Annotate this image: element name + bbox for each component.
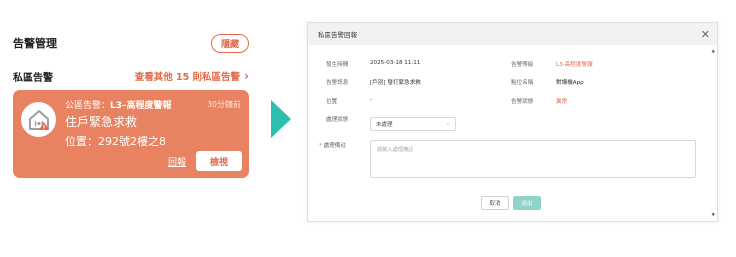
cancel-button[interactable]: 取消 [481,196,509,210]
chevron-down-icon: ⌄ [445,121,450,127]
section-title: 私區告警 [13,72,53,84]
device-value: 對講機App [556,80,584,86]
panel-title: 告警管理 [13,37,57,50]
panel-header: 告警管理 隱藏 [8,30,254,56]
more-alerts-label: 查看其他 15 則私區告警 [134,72,241,83]
reply-link[interactable]: 回報 [168,155,186,168]
time-label: 發生時間 [326,62,349,68]
alert-category: 公區告警：L3–高程度警報 [65,98,172,111]
required-mark: * [319,143,322,149]
alert-card[interactable]: 公區告警：L3–高程度警報 30分鐘前 住戶緊急求救 位置：292號2樓之8 回… [13,90,249,178]
chevron-right-icon: › [244,69,249,83]
dialog-title: 私區告警回報 [318,31,357,39]
alarm-home-icon [21,102,56,137]
note-label: * 處理備註 [319,141,346,149]
alert-location: 位置：292號2樓之8 [65,135,166,148]
handle-status-select[interactable]: 未處理 ⌄ [370,117,456,131]
scroll-up-icon[interactable]: ▲ [712,49,715,54]
alert-event: 住戶緊急求救 [65,115,138,129]
note-textarea[interactable]: 請輸入處理備註 [370,140,696,178]
level-value: L3-高程度警報 [556,62,593,68]
time-value: 2025-03-18 11:11 [370,60,421,66]
location-label: 位置 [326,99,338,105]
alert-actions: 回報 檢視 [168,151,242,171]
message-value: [戶別] 發打緊急求救 [370,80,421,86]
dialog-header: 私區告警回報 ✕ [308,23,717,45]
report-dialog: 私區告警回報 ✕ ▲ ▼ 發生時間 2025-03-18 11:11 告警等級 … [307,22,718,222]
arrow-right-icon [271,100,291,138]
alert-category-label: 公區告警： [65,101,111,111]
device-label: 點位名稱 [511,80,534,86]
note-label-text: 處理備註 [323,143,346,149]
alert-level: L3–高程度警報 [110,101,172,111]
location-value: - [370,97,373,103]
message-label: 告警訊息 [326,80,349,86]
screen: 告警管理 隱藏 私區告警 查看其他 15 則私區告警 › 公區告警：L3–高程度… [0,0,736,257]
section-header: 私區告警 查看其他 15 則私區告警 › [8,65,254,87]
level-label: 告警等級 [511,62,534,68]
handle-status-label: 處理狀態 [326,117,349,123]
handle-status-value: 未處理 [376,122,393,128]
more-alerts-link[interactable]: 查看其他 15 則私區告警 › [135,69,249,83]
close-icon[interactable]: ✕ [701,29,710,40]
scroll-down-icon[interactable]: ▼ [712,213,715,218]
submit-button[interactable]: 送出 [513,196,541,210]
hide-button[interactable]: 隱藏 [210,33,249,53]
status-value: 異常 [556,99,568,105]
alarm-panel: 告警管理 隱藏 私區告警 查看其他 15 則私區告警 › 公區告警：L3–高程度… [8,30,254,178]
status-label: 告警狀態 [511,99,534,105]
view-button[interactable]: 檢視 [196,151,242,171]
alert-time-ago: 30分鐘前 [206,100,241,109]
